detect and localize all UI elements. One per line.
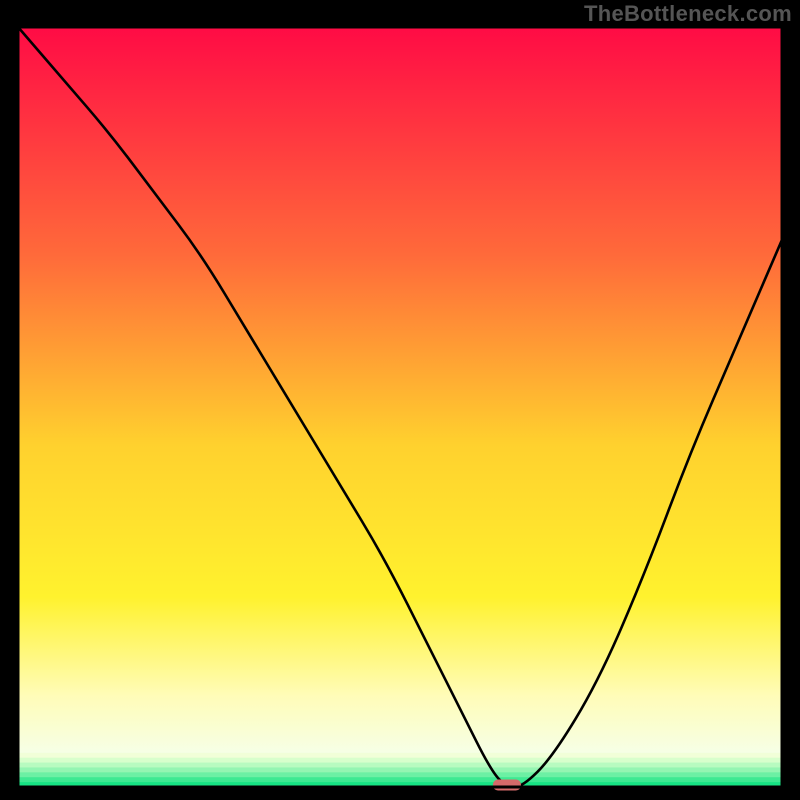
bottom-color-bands xyxy=(18,753,782,788)
bottleneck-chart xyxy=(0,0,800,800)
gradient-background xyxy=(18,27,782,787)
watermark-text: TheBottleneck.com xyxy=(584,1,792,27)
chart-frame: TheBottleneck.com xyxy=(0,0,800,800)
optimum-marker[interactable] xyxy=(493,780,521,791)
